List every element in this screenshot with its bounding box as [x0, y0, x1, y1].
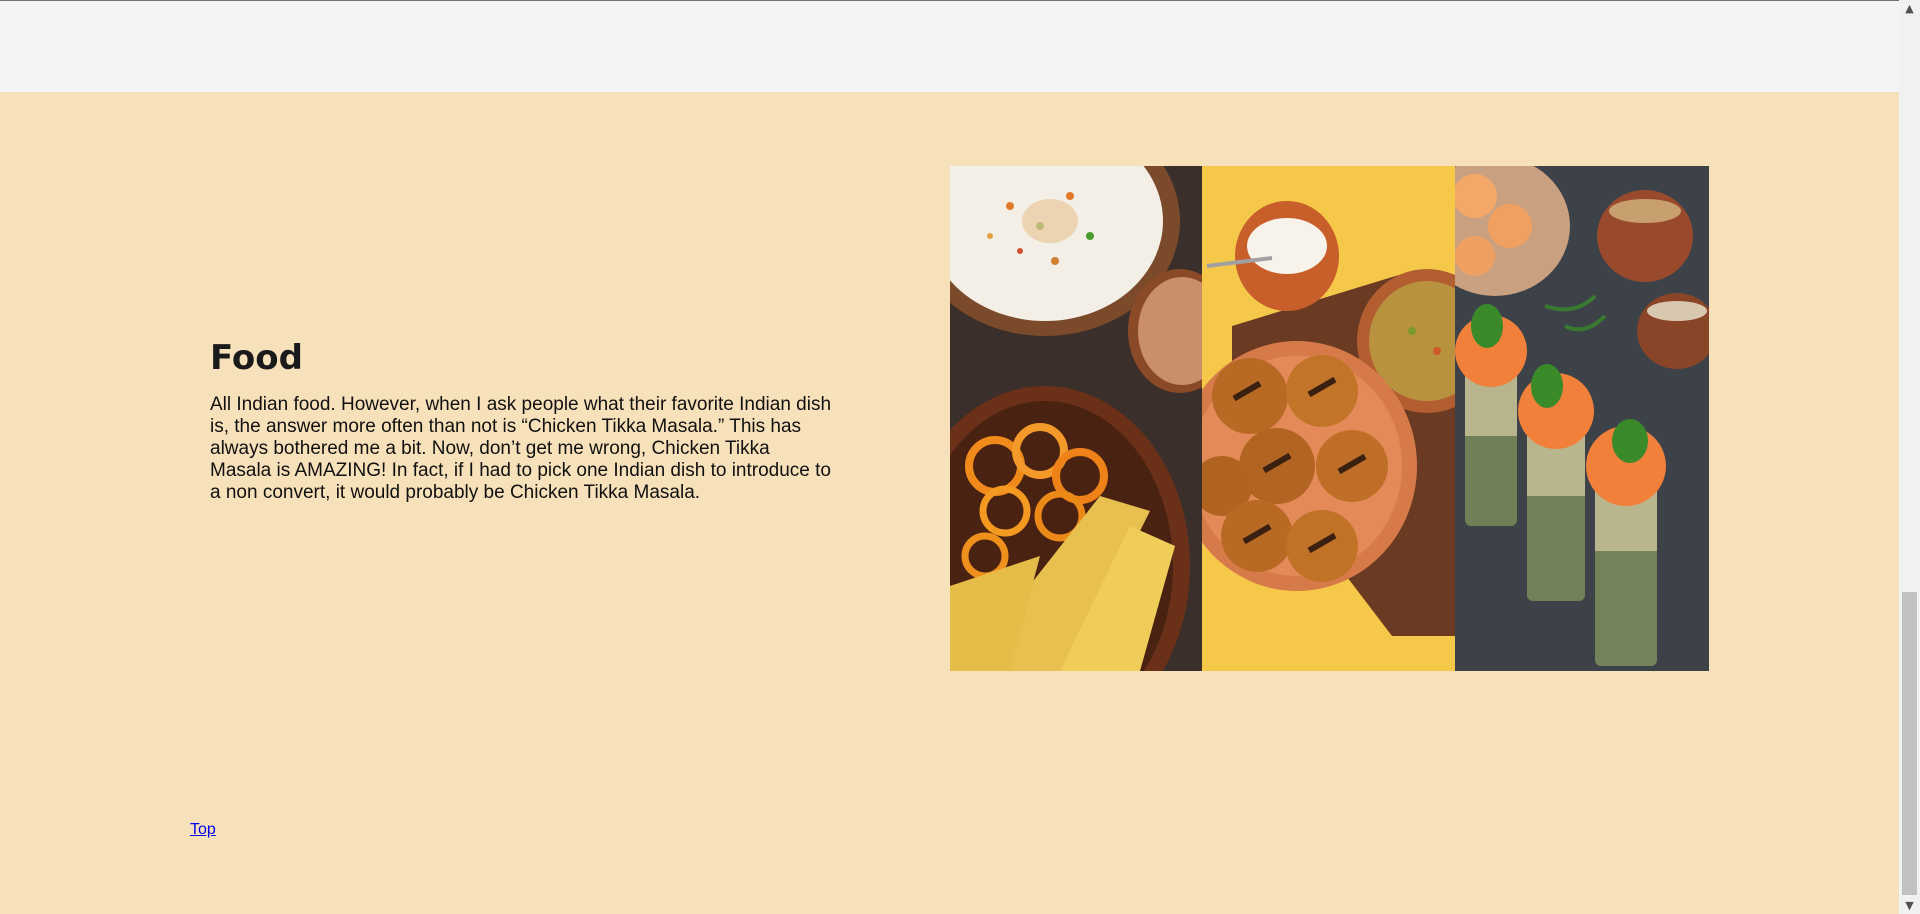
back-to-top-link[interactable]: Top [190, 821, 216, 839]
page: Food All Indian food. However, when I as… [0, 0, 1920, 914]
scroll-thumb[interactable] [1902, 592, 1917, 895]
dahi-vada-jalebi-photo [950, 166, 1202, 671]
food-heading: Food [210, 338, 303, 378]
food-description: All Indian food. However, when I ask peo… [210, 394, 832, 503]
chevron-down-icon[interactable]: ▼ [1899, 897, 1920, 914]
food-photo-gallery [950, 166, 1709, 671]
previous-section-strip [0, 0, 1899, 92]
food-section: Food All Indian food. However, when I as… [0, 92, 1899, 914]
vertical-scrollbar[interactable]: ▲ ▼ [1899, 0, 1920, 914]
litti-chokha-photo [1202, 166, 1455, 671]
chevron-up-icon[interactable]: ▲ [1899, 0, 1920, 17]
pani-puri-shots-photo [1455, 166, 1709, 671]
